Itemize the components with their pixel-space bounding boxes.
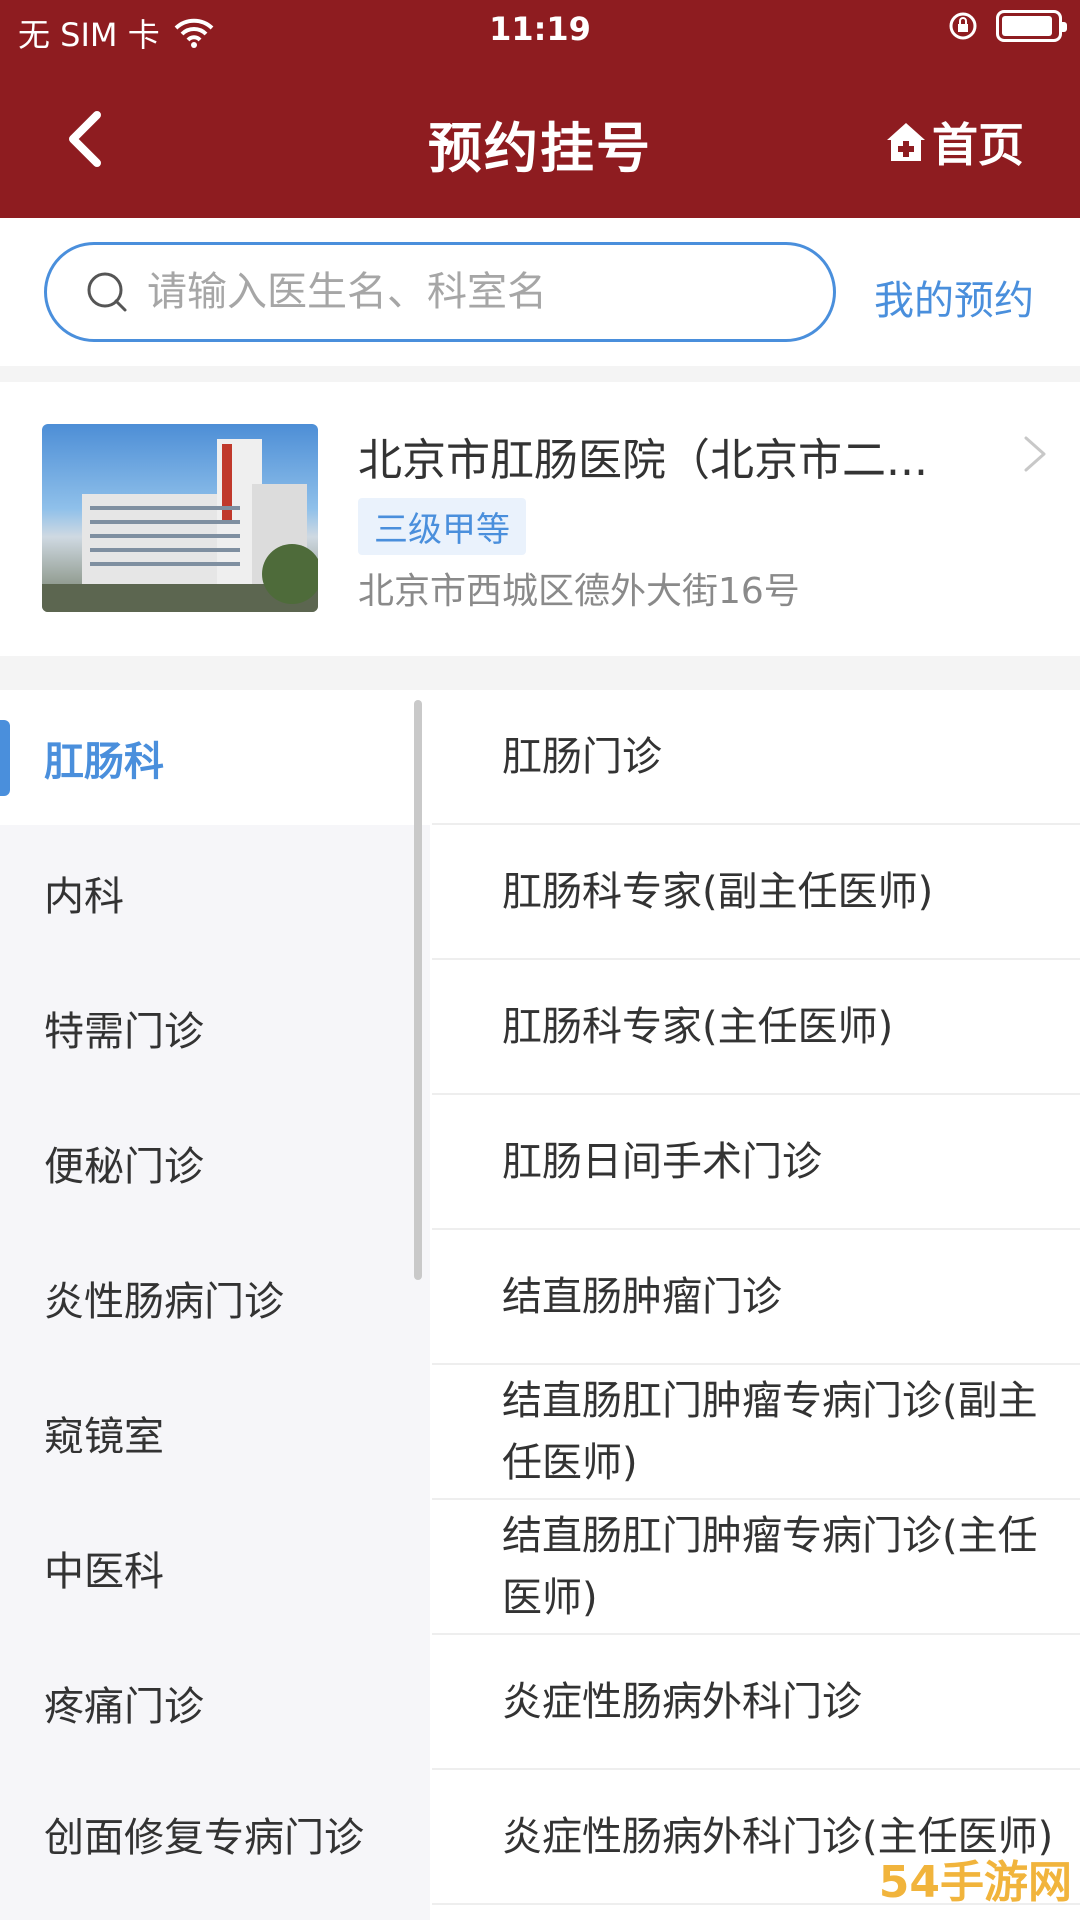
status-bar: 无 SIM 卡 11:19 — [0, 0, 1080, 64]
department-label: 特需门诊 — [44, 1008, 204, 1055]
clinic-list: 肛肠门诊 肛肠科专家(副主任医师) 肛肠科专家(主任医师) 肛肠日间手术门诊 结… — [432, 690, 1080, 1920]
search-icon — [87, 272, 127, 312]
header-bar: 无 SIM 卡 11:19 预约挂号 首页 — [0, 0, 1080, 218]
clinic-item[interactable]: 肛肠门诊 — [432, 690, 1080, 825]
rotation-lock-icon — [949, 12, 977, 40]
hospital-card[interactable]: 北京市肛肠医院（北京市二... 三级甲等 北京市西城区德外大街16号 — [0, 382, 1080, 656]
clinic-label: 肛肠科专家(主任医师) — [502, 1003, 894, 1050]
department-item[interactable]: 便秘门诊 — [0, 1095, 430, 1230]
clinic-item[interactable]: 结直肠肛门肿瘤专病门诊(主任医师) — [432, 1500, 1080, 1635]
department-label: 内科 — [44, 873, 124, 920]
chevron-right-icon — [1024, 436, 1046, 472]
hospital-name: 北京市肛肠医院（北京市二... — [358, 435, 928, 486]
home-button[interactable]: 首页 — [884, 109, 1024, 175]
department-item[interactable]: 窥镜室 — [0, 1365, 430, 1500]
search-row: 我的预约 — [0, 218, 1080, 366]
department-item[interactable]: 炎性肠病门诊 — [0, 1230, 430, 1365]
home-icon — [887, 123, 925, 161]
clinic-label: 肛肠科专家(副主任医师) — [502, 868, 934, 915]
department-item[interactable]: 中医科 — [0, 1500, 430, 1635]
scrollbar[interactable] — [414, 700, 422, 1280]
department-item[interactable]: 疼痛门诊 — [0, 1635, 430, 1770]
divider — [0, 656, 1080, 690]
department-list: 肛肠科 内科 特需门诊 便秘门诊 炎性肠病门诊 窥镜室 中医科 疼痛门诊 创面修… — [0, 690, 430, 1920]
search-box[interactable] — [44, 242, 836, 342]
search-input[interactable] — [147, 269, 747, 315]
my-appointments-link[interactable]: 我的预约 — [874, 268, 1034, 326]
hospital-photo — [42, 424, 318, 612]
watermark: 54手游网 — [878, 1857, 1072, 1908]
navigation-bar: 预约挂号 首页 — [0, 64, 1080, 218]
clinic-item[interactable]: 肛肠科专家(主任医师) — [432, 960, 1080, 1095]
department-label: 创面修复专病门诊 — [44, 1814, 364, 1861]
clinic-label: 肛肠日间手术门诊 — [502, 1138, 822, 1185]
hospital-address: 北京市西城区德外大街16号 — [358, 571, 800, 612]
department-label: 炎性肠病门诊 — [44, 1278, 284, 1325]
department-label: 肛肠科 — [44, 738, 164, 785]
status-right — [948, 10, 1067, 42]
clinic-label: 结直肠肛门肿瘤专病门诊(副主任医师) — [502, 1377, 1038, 1486]
divider — [0, 366, 1080, 382]
home-label: 首页 — [932, 118, 1024, 172]
clinic-label: 肛肠门诊 — [502, 733, 662, 780]
clinic-item[interactable]: 结直肠肛门肿瘤专病门诊(副主任医师) — [432, 1365, 1080, 1500]
department-label: 疼痛门诊 — [44, 1683, 204, 1730]
department-label: 窥镜室 — [44, 1413, 164, 1460]
clinic-label: 炎症性肠病外科门诊 — [502, 1678, 862, 1725]
department-label: 便秘门诊 — [44, 1143, 204, 1190]
hospital-level-badge: 三级甲等 — [358, 498, 526, 555]
clinic-item[interactable]: 结直肠肿瘤门诊 — [432, 1230, 1080, 1365]
status-time: 11:19 — [489, 10, 591, 48]
battery-icon — [996, 10, 1067, 42]
department-label: 中医科 — [44, 1548, 164, 1595]
clinic-item[interactable]: 肛肠科专家(副主任医师) — [432, 825, 1080, 960]
clinic-label: 结直肠肛门肿瘤专病门诊(主任医师) — [502, 1512, 1038, 1621]
department-item-colorectal[interactable]: 肛肠科 — [0, 690, 430, 825]
department-item[interactable]: 特需门诊 — [0, 960, 430, 1095]
department-item[interactable]: 创面修复专病门诊 — [0, 1770, 430, 1905]
department-item[interactable]: 内科 — [0, 825, 430, 960]
clinic-item[interactable]: 炎症性肠病外科门诊 — [432, 1635, 1080, 1770]
clinic-item[interactable]: 肛肠日间手术门诊 — [432, 1095, 1080, 1230]
clinic-label: 结直肠肿瘤门诊 — [502, 1273, 782, 1320]
